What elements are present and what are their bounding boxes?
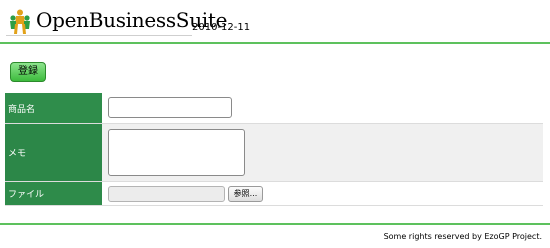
header: OpenBusinessSuite 2010-12-11 xyxy=(0,0,550,44)
file-label: ファイル xyxy=(5,182,102,205)
product-name-label: 商品名 xyxy=(5,93,102,123)
browse-button[interactable]: 参照... xyxy=(228,186,263,202)
form-row-file: ファイル 参照... xyxy=(5,182,543,206)
footer-divider xyxy=(0,223,550,225)
form-row-memo: メモ xyxy=(5,124,543,182)
current-date: 2010-12-11 xyxy=(192,22,251,33)
header-divider xyxy=(0,42,550,44)
app-logo[interactable]: OpenBusinessSuite xyxy=(6,6,227,36)
form-row-product-name: 商品名 xyxy=(5,93,543,124)
register-button[interactable]: 登録 xyxy=(10,62,46,82)
memo-textarea[interactable] xyxy=(108,129,245,176)
footer-copyright: Some rights reserved by EzoGP Project. xyxy=(383,232,542,241)
product-name-input[interactable] xyxy=(108,97,232,118)
memo-label: メモ xyxy=(5,124,102,181)
file-path-field[interactable] xyxy=(108,186,225,202)
product-form: 商品名 メモ ファイル 参照... xyxy=(5,93,543,206)
people-logo-icon xyxy=(10,9,30,34)
